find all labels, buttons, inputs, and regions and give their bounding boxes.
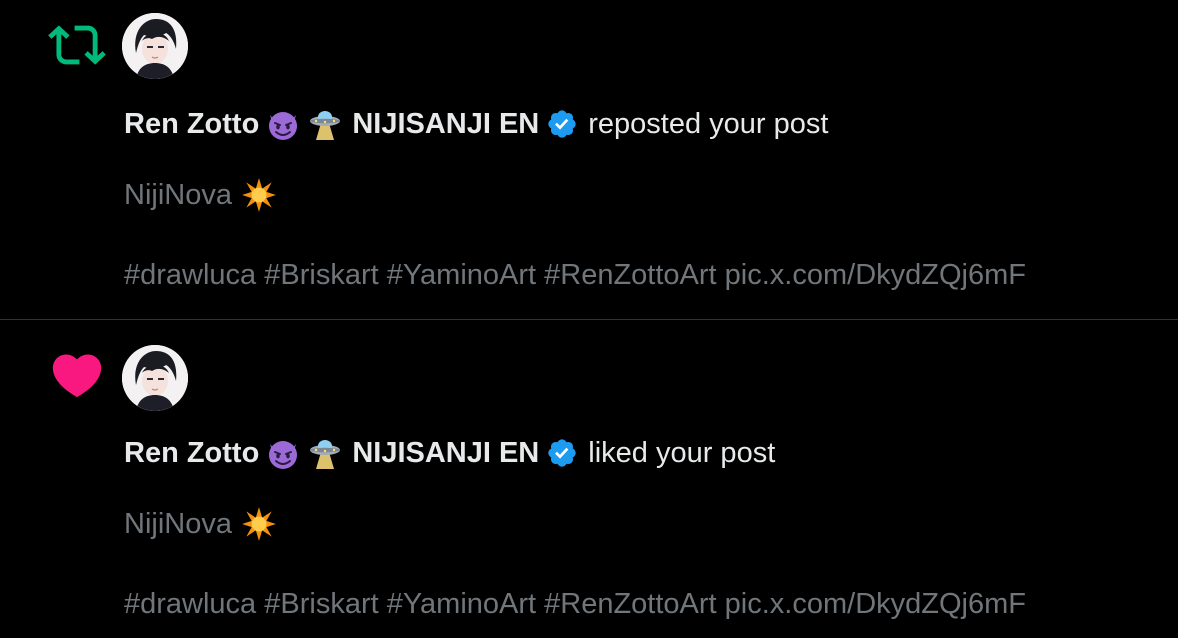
notification-headline: Ren Zotto NIJISANJI EN liked your post	[124, 433, 775, 473]
post-body[interactable]: #drawluca #Briskart #YaminoArt #RenZotto…	[124, 584, 1026, 624]
glowing-star-emoji	[240, 505, 278, 543]
post-body[interactable]: #drawluca #Briskart #YaminoArt #RenZotto…	[124, 255, 1026, 295]
action-text: reposted your post	[588, 107, 829, 140]
glowing-star-emoji	[240, 176, 278, 214]
ufo-emoji	[307, 106, 343, 142]
ufo-emoji	[307, 435, 343, 471]
post-title-text: NijiNova	[124, 507, 232, 540]
post-title: NijiNova	[124, 175, 278, 215]
notification-like[interactable]: Ren Zotto NIJISANJI EN liked your post N…	[0, 320, 1178, 638]
heart-icon	[48, 346, 106, 404]
user-affiliation[interactable]: NIJISANJI EN	[352, 108, 539, 141]
user-name[interactable]: Ren Zotto	[124, 437, 259, 470]
avatar[interactable]	[122, 13, 188, 79]
repost-icon	[48, 16, 106, 74]
notifications-feed: Ren Zotto NIJISANJI EN reposted your pos…	[0, 0, 1178, 638]
notification-headline: Ren Zotto NIJISANJI EN reposted your pos…	[124, 104, 828, 144]
verified-badge-icon	[546, 108, 578, 140]
user-name[interactable]: Ren Zotto	[124, 108, 259, 141]
verified-badge-icon	[546, 437, 578, 469]
avatar[interactable]	[122, 345, 188, 411]
smiling-devil-emoji	[265, 106, 301, 142]
smiling-devil-emoji	[265, 435, 301, 471]
post-title-text: NijiNova	[124, 178, 232, 211]
notification-repost[interactable]: Ren Zotto NIJISANJI EN reposted your pos…	[0, 0, 1178, 320]
action-text: liked your post	[588, 436, 776, 469]
user-affiliation[interactable]: NIJISANJI EN	[352, 437, 539, 470]
post-title: NijiNova	[124, 504, 278, 544]
